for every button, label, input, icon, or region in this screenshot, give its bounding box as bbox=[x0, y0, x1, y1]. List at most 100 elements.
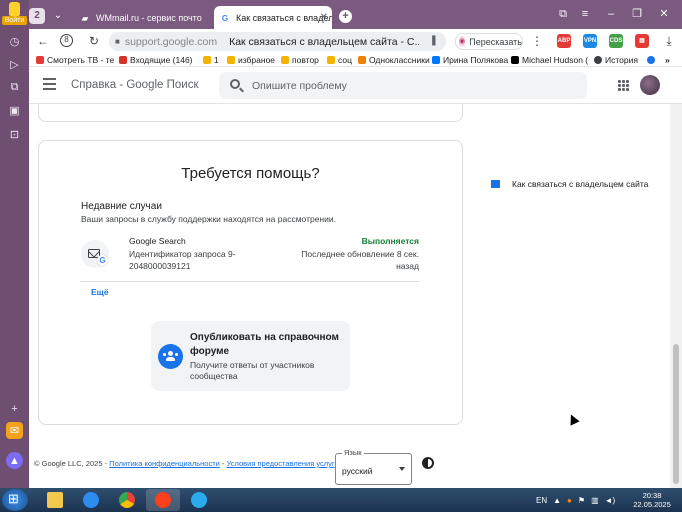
add-panel-icon[interactable]: + bbox=[6, 400, 23, 417]
history-clock-icon bbox=[594, 55, 602, 64]
help-title: Требуется помощь? bbox=[181, 165, 320, 182]
bookmark-item[interactable]: История bbox=[594, 53, 644, 66]
people-icon bbox=[158, 344, 183, 369]
help-card: Требуется помощь? Недавние случаи Ваши з… bbox=[38, 140, 463, 425]
close-window-icon[interactable]: ✕ bbox=[656, 6, 672, 22]
folder-icon bbox=[227, 55, 235, 64]
divider bbox=[81, 281, 419, 282]
google-icon: G bbox=[221, 13, 229, 23]
close-icon[interactable]: ✕ bbox=[320, 12, 328, 23]
more-vertical-icon[interactable]: ⋮ bbox=[529, 33, 545, 49]
ie-button[interactable] bbox=[74, 489, 108, 511]
history-icon[interactable]: ◷ bbox=[6, 33, 23, 50]
language-select[interactable]: Язык русский bbox=[335, 448, 412, 485]
more-link[interactable]: Ещё bbox=[91, 287, 109, 297]
tv-icon bbox=[36, 55, 44, 64]
explorer-button[interactable] bbox=[38, 489, 72, 511]
forum-subtitle: Получите ответы от участников сообщества bbox=[190, 360, 315, 381]
case-row[interactable]: G Google Search Идентификатор запроса 9-… bbox=[81, 236, 419, 281]
hamburger-menu-icon[interactable] bbox=[43, 78, 56, 90]
bookmark-item[interactable]: Ирина Полякова bbox=[432, 53, 508, 66]
new-tab-button[interactable]: + bbox=[339, 10, 352, 23]
omnibox[interactable]: ■ support.google.com Как связаться с вла… bbox=[109, 32, 446, 51]
privacy-link[interactable]: Политика конфиденциальности bbox=[109, 459, 220, 468]
help-header: Справка - Google Поиск bbox=[29, 67, 682, 104]
tab-manager-icon[interactable]: ⧉ bbox=[555, 6, 571, 22]
volume-icon[interactable]: ◄) bbox=[605, 496, 616, 505]
scrollbar-thumb[interactable] bbox=[673, 344, 679, 484]
telegram-icon bbox=[191, 492, 207, 508]
clock[interactable]: 20:38 22.05.2025 bbox=[630, 491, 674, 509]
screenshot-icon[interactable]: ⊡ bbox=[6, 126, 23, 143]
telegram-button[interactable] bbox=[182, 489, 216, 511]
copyright: © Google LLC, 2025 - bbox=[34, 459, 108, 468]
bookmark-icon[interactable]: ❚ bbox=[430, 35, 438, 46]
yandex-tray-icon[interactable]: ● bbox=[567, 496, 572, 505]
folder-icon bbox=[47, 492, 63, 508]
bookmark-item[interactable]: Одноклассники bbox=[358, 53, 430, 66]
retell-icon: ◉ bbox=[459, 36, 466, 47]
yandex-icon bbox=[155, 492, 171, 508]
alice-icon[interactable]: ▲ bbox=[6, 452, 23, 469]
main-content: Требуется помощь? Недавние случаи Ваши з… bbox=[29, 104, 670, 488]
search-input[interactable] bbox=[252, 78, 552, 93]
yandex-account-button[interactable]: Войти bbox=[2, 2, 27, 26]
retell-button[interactable]: ◉ Пересказать bbox=[455, 33, 523, 50]
protect-icon[interactable]: 8 bbox=[60, 34, 73, 47]
menu-icon[interactable]: ≡ bbox=[577, 6, 593, 22]
tab-google-help[interactable]: G Как связаться с владелец ✕ bbox=[214, 6, 332, 30]
lock-icon: ■ bbox=[115, 37, 120, 46]
yandex-browser-button[interactable] bbox=[146, 489, 180, 511]
back-arrow-icon[interactable]: ← bbox=[35, 33, 51, 49]
google-apps-icon[interactable] bbox=[618, 80, 629, 91]
folder-icon bbox=[281, 55, 289, 64]
bookmark-item[interactable]: Входящие (146) bbox=[119, 53, 197, 66]
play-icon[interactable]: ▷ bbox=[6, 56, 23, 73]
bookmark-folder[interactable]: избраное bbox=[227, 53, 277, 66]
gmail-icon bbox=[119, 55, 127, 64]
flag-icon[interactable]: ⚑ bbox=[578, 496, 585, 505]
gift-icon[interactable]: ▤ bbox=[635, 34, 649, 48]
more-bookmarks-icon[interactable]: » bbox=[665, 53, 677, 66]
restore-icon[interactable]: ❐ bbox=[629, 6, 645, 22]
chevron-down-icon[interactable]: ⌄ bbox=[51, 8, 65, 24]
input-language[interactable]: EN bbox=[536, 496, 547, 505]
bookmark-folder[interactable]: повтор bbox=[281, 53, 323, 66]
minimize-icon[interactable]: – bbox=[603, 6, 619, 22]
bookmark-folder[interactable]: соц bbox=[327, 53, 355, 66]
notes-icon[interactable]: ▣ bbox=[6, 102, 23, 119]
globe-icon bbox=[647, 55, 655, 64]
footer-separator: - bbox=[221, 459, 225, 468]
reload-icon[interactable]: ↻ bbox=[86, 33, 102, 49]
product-title[interactable]: Справка - Google Поиск bbox=[71, 79, 198, 91]
community-forum-card[interactable]: Опубликовать на справочном форуме Получи… bbox=[151, 321, 350, 391]
vpn-icon[interactable]: VPN bbox=[583, 34, 597, 48]
tab-count-button[interactable]: 2 bbox=[29, 8, 45, 24]
chrome-button[interactable] bbox=[110, 489, 144, 511]
avatar[interactable] bbox=[640, 75, 660, 95]
clock-date: 22.05.2025 bbox=[633, 500, 671, 509]
clock-time: 20:38 bbox=[642, 491, 662, 500]
caret-up-icon[interactable]: ▲ bbox=[553, 496, 561, 505]
case-status: Выполняется bbox=[361, 236, 419, 246]
tab-label: Как связаться с владелец bbox=[236, 13, 332, 23]
toc-item[interactable]: Как связаться с владельцем сайта bbox=[491, 179, 666, 189]
google-icon: G bbox=[97, 255, 108, 266]
language-label: Язык bbox=[342, 448, 364, 457]
caret-down-icon bbox=[399, 467, 405, 471]
terms-link[interactable]: Условия предоставления услуг bbox=[227, 459, 335, 468]
mail-icon[interactable]: ✉ bbox=[6, 422, 23, 439]
start-button[interactable] bbox=[2, 489, 28, 511]
bookmark-item[interactable] bbox=[647, 53, 657, 66]
network-icon[interactable]: ▥ bbox=[591, 496, 599, 505]
collections-icon[interactable]: ⧉ bbox=[6, 79, 23, 96]
bookmark-folder[interactable]: 1 bbox=[203, 53, 223, 66]
bookmark-item[interactable]: Michael Hudson ( bbox=[511, 53, 589, 66]
adblock-icon[interactable]: ABP bbox=[557, 34, 571, 48]
theme-toggle-icon[interactable] bbox=[422, 457, 434, 469]
tab-wmmail[interactable]: ▰ WMmail.ru - сервис почто bbox=[74, 6, 214, 30]
extension-icon[interactable]: CDS bbox=[609, 34, 623, 48]
download-icon[interactable]: ⤓ bbox=[661, 33, 677, 49]
page-scrollbar[interactable] bbox=[670, 104, 682, 488]
bookmark-item[interactable]: Смотреть ТВ - те bbox=[36, 53, 114, 66]
